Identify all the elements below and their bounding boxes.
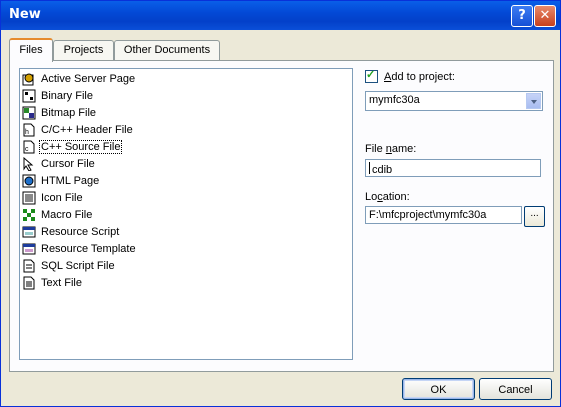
- list-item[interactable]: Bitmap File: [22, 105, 98, 121]
- add-to-project-checkbox[interactable]: [365, 68, 378, 83]
- list-item[interactable]: Icon File: [22, 190, 85, 206]
- file-type-list[interactable]: Active Server Page Binary File Bitmap Fi…: [19, 68, 353, 360]
- list-item[interactable]: SQL Script File: [22, 258, 117, 274]
- title-bar[interactable]: New ? ✕: [1, 1, 560, 30]
- svg-text:c: c: [25, 146, 29, 153]
- help-button[interactable]: ?: [511, 5, 533, 27]
- ok-button[interactable]: OK: [402, 378, 475, 400]
- html-page-icon: [22, 174, 36, 188]
- location-label: Location:: [365, 191, 410, 203]
- bitmap-file-icon: [22, 106, 36, 120]
- list-item[interactable]: Binary File: [22, 88, 95, 104]
- list-item-selected[interactable]: c C++ Source File: [22, 139, 123, 155]
- file-name-input[interactable]: cdib: [365, 159, 541, 177]
- help-icon: ?: [518, 8, 526, 23]
- asp-icon: [22, 73, 34, 86]
- new-dialog: New ? ✕ Files Projects Other Documents A…: [0, 0, 561, 407]
- sql-script-icon: [23, 259, 35, 273]
- resource-script-icon: [22, 226, 36, 238]
- location-input[interactable]: F:\mfcproject\mymfc30a: [365, 206, 522, 224]
- cpp-source-icon: c: [23, 140, 35, 154]
- list-item[interactable]: Resource Script: [22, 224, 121, 240]
- svg-text:h: h: [25, 129, 29, 136]
- icon-file-icon: [22, 191, 36, 205]
- cancel-button[interactable]: Cancel: [479, 378, 552, 400]
- text-caret: [369, 162, 370, 174]
- list-item[interactable]: Text File: [22, 275, 84, 291]
- browse-button[interactable]: ...: [524, 206, 545, 227]
- file-name-label: File name:: [365, 143, 417, 155]
- header-file-icon: h: [23, 123, 35, 137]
- list-item[interactable]: Active Server Page: [22, 71, 137, 87]
- list-item[interactable]: Resource Template: [22, 241, 138, 257]
- binary-file-icon: [22, 89, 36, 103]
- list-item[interactable]: Cursor File: [22, 156, 97, 172]
- cursor-file-icon: [23, 157, 34, 171]
- list-item[interactable]: HTML Page: [22, 173, 101, 189]
- add-to-project-row[interactable]: Add to project:: [365, 68, 455, 83]
- project-combobox[interactable]: mymfc30a: [365, 91, 543, 111]
- dialog-title: New: [9, 7, 41, 22]
- list-item[interactable]: h C/C++ Header File: [22, 122, 135, 138]
- files-tab-panel: Active Server Page Binary File Bitmap Fi…: [9, 60, 554, 372]
- add-to-project-label: Add to project:: [384, 70, 455, 83]
- list-item[interactable]: Macro File: [22, 207, 94, 223]
- tab-files[interactable]: Files: [9, 38, 53, 62]
- tab-projects[interactable]: Projects: [53, 40, 114, 60]
- chevron-down-icon[interactable]: [526, 93, 541, 109]
- text-file-icon: [23, 276, 35, 290]
- tab-other-documents[interactable]: Other Documents: [114, 40, 220, 60]
- macro-file-icon: [23, 209, 35, 221]
- resource-template-icon: [22, 243, 36, 255]
- close-icon: ✕: [539, 8, 551, 23]
- close-button[interactable]: ✕: [534, 5, 556, 27]
- project-value: mymfc30a: [369, 94, 420, 106]
